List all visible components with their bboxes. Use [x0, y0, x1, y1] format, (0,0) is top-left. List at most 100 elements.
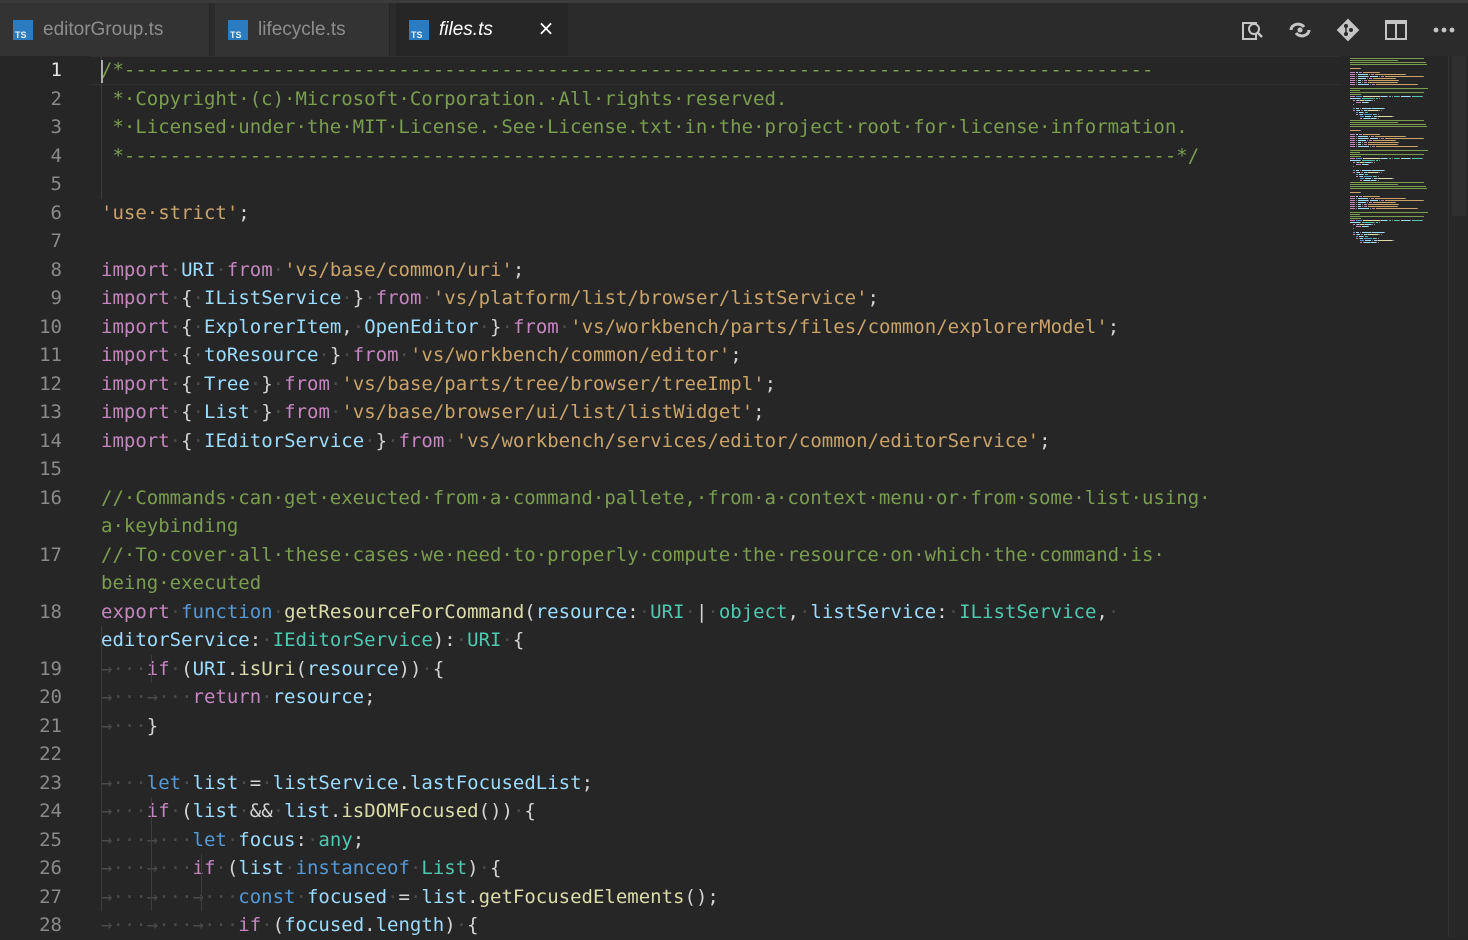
code-token: editorService — [101, 629, 250, 651]
minimap-token — [1374, 224, 1375, 225]
whitespace-marker: →···→··· — [101, 686, 193, 708]
git-icon[interactable] — [1324, 10, 1372, 50]
code-line[interactable]: →···if·(URI.isUri(resource))·{ — [101, 655, 444, 684]
code-line[interactable]: *---------------------------------------… — [101, 142, 1199, 171]
whitespace-marker: · — [169, 372, 182, 395]
minimap-token — [1350, 188, 1427, 189]
minimap-token — [1350, 126, 1427, 127]
whitespace-marker: · — [558, 315, 571, 338]
code-line[interactable]: editorService:·IEditorService):·URI·{ — [101, 626, 524, 655]
tab-label: lifecycle.ts — [258, 18, 346, 40]
tab-files[interactable]: TS files.ts × — [396, 3, 568, 56]
more-actions-icon[interactable] — [1420, 10, 1468, 50]
minimap-token — [1379, 196, 1380, 197]
line-number-gutter: 1 2 3 4 5 6 7 8 9 10 11 12 13 14 15 16 17 18 19 20 21 22 23 24 2… — [0, 56, 90, 937]
tab-editorgroup[interactable]: TS editorGroup.ts — [0, 3, 210, 56]
whitespace-marker: · — [341, 287, 353, 309]
code-line[interactable]: import·URI·from·'vs/base/common/uri'; — [101, 256, 524, 285]
code-area[interactable]: /*--------------------------------------… — [101, 56, 1341, 937]
whitespace-marker: · — [192, 315, 204, 338]
whitespace-marker: · — [169, 258, 182, 281]
code-token: object — [718, 600, 788, 623]
minimap-token — [1350, 118, 1360, 119]
minimap-token — [1401, 220, 1410, 221]
code-line[interactable]: →···→···→···const·focused·=·list.getFocu… — [101, 883, 719, 912]
code-line[interactable]: a·keybinding — [101, 512, 238, 541]
code-line[interactable]: →···→···if·(list·instanceof·List)·{ — [101, 854, 502, 883]
code-token: if — [238, 914, 262, 936]
code-line[interactable]: *·Licensed·under·the·MIT·License.·See·Li… — [101, 113, 1187, 142]
whitespace-marker: · — [249, 372, 262, 395]
code-token: from — [284, 372, 330, 395]
whitespace-marker: · — [169, 600, 182, 623]
line-number: 25 — [39, 828, 62, 851]
indent-guide — [151, 654, 152, 683]
minimap-token — [1372, 232, 1384, 233]
whitespace-marker: · — [341, 344, 353, 366]
code-line[interactable]: //·Commands·can·get·exeucted·from·a·comm… — [101, 484, 1211, 513]
minimap-token — [1378, 180, 1379, 181]
code-line[interactable]: being·executed — [101, 569, 261, 598]
code-token: (); — [684, 885, 719, 908]
code-line[interactable]: import·{·ExplorerItem,·OpenEditor·}·from… — [101, 313, 1119, 342]
code-line[interactable]: *·Copyright·(c)·Microsoft·Corporation.·A… — [101, 85, 787, 114]
code-token: const — [238, 885, 296, 908]
code-token: resource — [272, 686, 365, 708]
minimap-token — [1370, 138, 1378, 139]
minimap-token — [1362, 108, 1371, 109]
whitespace-marker: · — [409, 857, 422, 879]
close-icon[interactable]: × — [537, 18, 555, 38]
open-changes-icon[interactable] — [1228, 10, 1276, 50]
minimap-token — [1373, 140, 1395, 141]
code-line[interactable]: 'use·strict'; — [101, 199, 250, 228]
code-line[interactable]: import·{·IEditorService·}·from·'vs/workb… — [101, 427, 1051, 456]
code-token: import — [101, 344, 170, 366]
code-line[interactable]: →···→···let·focus:·any; — [101, 826, 364, 855]
split-editor-icon[interactable] — [1372, 10, 1420, 50]
line-number — [0, 626, 62, 655]
code-line[interactable]: //·To·cover·all·these·cases·we·need·to·p… — [101, 541, 1165, 570]
minimap-token — [1358, 84, 1369, 85]
code-line[interactable]: import·{·IListService·}·from·'vs/platfor… — [101, 284, 879, 313]
vertical-scrollbar[interactable] — [1448, 56, 1468, 937]
minimap-token — [1381, 234, 1382, 235]
code-line[interactable]: →···if·(list·&&·list.isDOMFocused())·{ — [101, 797, 536, 826]
code-line[interactable]: →···→···→···if·(focused.length)·{ — [101, 911, 479, 940]
code-token: } — [261, 372, 273, 395]
code-line[interactable]: import·{·Tree·}·from·'vs/base/parts/tree… — [101, 370, 776, 399]
code-line[interactable]: →···} — [101, 712, 158, 741]
go-to-next-change-icon[interactable] — [1276, 10, 1324, 50]
minimap-token — [1378, 176, 1379, 177]
code-line[interactable]: import·{·List·}·from·'vs/base/browser/ui… — [101, 398, 765, 427]
minimap-token — [1405, 198, 1406, 199]
whitespace-marker: · — [272, 800, 285, 822]
whitespace-marker: · — [421, 657, 433, 680]
scrollbar-thumb[interactable] — [1452, 56, 1466, 216]
code-line[interactable]: export·function·getResourceForCommand(re… — [101, 598, 1119, 627]
code-editor[interactable]: 1 2 3 4 5 6 7 8 9 10 11 12 13 14 15 16 17 18 19 20 21 22 23 24 2… — [0, 56, 1468, 937]
code-token: . — [226, 657, 239, 680]
code-token: { — [524, 800, 536, 822]
minimap[interactable] — [1346, 56, 1448, 937]
minimap-token — [1392, 178, 1394, 179]
tab-lifecycle[interactable]: TS lifecycle.ts — [215, 3, 390, 56]
line-number: 19 — [39, 657, 62, 680]
code-token: list — [284, 800, 330, 822]
whitespace-marker: · — [192, 401, 204, 423]
code-token: 'vs/workbench/parts/files/common/explore… — [570, 315, 1108, 338]
code-line[interactable]: import·{·toResource·}·from·'vs/workbench… — [101, 341, 742, 370]
minimap-token — [1358, 138, 1368, 139]
minimap-token — [1350, 216, 1424, 217]
code-token: from — [375, 287, 422, 309]
minimap-token — [1350, 124, 1426, 125]
minimap-token — [1358, 208, 1369, 209]
code-line[interactable]: →···let·list·=·listService.lastFocusedLi… — [101, 769, 593, 798]
minimap-token — [1350, 218, 1361, 219]
whitespace-marker: · — [798, 600, 811, 623]
whitespace-marker: · — [215, 258, 227, 281]
code-line[interactable]: /*--------------------------------------… — [101, 56, 1153, 85]
minimap-token — [1395, 202, 1396, 203]
minimap-token — [1350, 150, 1428, 151]
minimap-token — [1397, 82, 1398, 83]
code-line[interactable]: →···→···return·resource; — [101, 683, 376, 712]
